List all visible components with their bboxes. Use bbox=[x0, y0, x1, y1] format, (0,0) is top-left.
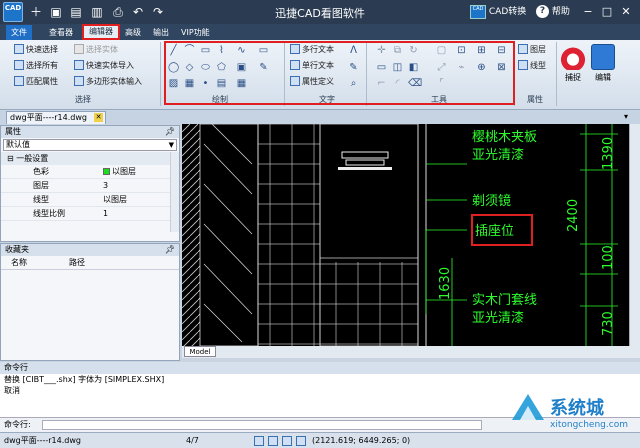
redo-icon[interactable]: ↷ bbox=[150, 4, 166, 20]
favorites-panel: 收藏夹 📌︎ 名称 路径 bbox=[0, 243, 180, 361]
minimize-icon[interactable]: − bbox=[580, 3, 596, 20]
document-tab-bar: dwg平面----r14.dwg ✕ ▾ bbox=[0, 110, 640, 124]
title-bar: CAD ＋ ▣ ▤ ▥ ⎙ ↶ ↷ 迅捷CAD看图软件 CAD CAD转换 ? … bbox=[0, 0, 640, 24]
select-all-button[interactable]: 选择所有 bbox=[14, 60, 58, 72]
cad-convert-label: CAD转换 bbox=[488, 7, 527, 17]
watermark-main-text: 系统城 bbox=[550, 398, 604, 419]
select-group-label: 选择 bbox=[75, 95, 91, 104]
drawing-label: 剃须镜 bbox=[472, 194, 512, 209]
tab-vip[interactable]: VIP功能 bbox=[176, 25, 215, 40]
status-file: dwg平面----r14.dwg bbox=[4, 436, 81, 445]
favorites-panel-header: 收藏夹 📌︎ bbox=[1, 244, 179, 256]
canvas-vertical-scrollbar[interactable] bbox=[629, 124, 640, 346]
watermark-sub-text: xitongcheng.com bbox=[550, 420, 628, 430]
properties-panel: 属性 📌︎ 默认值 ▼ ⊟ 一般设置 色彩 以图层 图层 3 线型 以图层 线型比例 1 bbox=[0, 125, 180, 242]
site-watermark: 系统城 xitongcheng.com bbox=[470, 382, 640, 448]
help-icon: ? bbox=[536, 5, 549, 18]
layer-button[interactable]: 图层 bbox=[518, 44, 546, 56]
undo-icon[interactable]: ↶ bbox=[130, 4, 146, 20]
property-row[interactable]: 图层 3 bbox=[1, 179, 179, 193]
drawing-label: 亚光清漆 bbox=[472, 148, 525, 163]
new-file-icon[interactable]: ＋ bbox=[28, 4, 44, 20]
linetype-button[interactable]: 线型 bbox=[518, 60, 546, 72]
command-panel-header: 命令行 bbox=[0, 362, 640, 374]
match-properties-button[interactable]: 匹配属性 bbox=[14, 76, 58, 88]
drawing-canvas[interactable]: 樱桃木夹板 亚光清漆 剃须镜 插座位 实木门套线 亚光清漆 1390 2400 … bbox=[182, 124, 629, 346]
chevron-down-icon: ▼ bbox=[168, 141, 174, 149]
tab-editor[interactable]: 编辑器 bbox=[82, 24, 120, 40]
grid-toggle-icon[interactable] bbox=[268, 436, 278, 446]
highlight-box-ribbon bbox=[164, 41, 515, 105]
color-swatch bbox=[103, 168, 110, 175]
save-as-icon[interactable]: ▥ bbox=[89, 4, 105, 20]
print-icon[interactable]: ⎙ bbox=[110, 4, 126, 20]
dimension-label: 730 bbox=[601, 311, 616, 336]
pin-icon[interactable]: 📌︎ bbox=[165, 126, 175, 138]
property-row[interactable]: 线型 以图层 bbox=[1, 193, 179, 207]
ortho-toggle-icon[interactable] bbox=[282, 436, 292, 446]
save-icon[interactable]: ▤ bbox=[68, 4, 84, 20]
canvas-horizontal-scrollbar[interactable] bbox=[182, 346, 640, 358]
open-file-icon[interactable]: ▣ bbox=[48, 4, 64, 20]
tab-viewer[interactable]: 查看器 bbox=[44, 25, 78, 40]
close-icon[interactable]: ✕ bbox=[618, 3, 634, 20]
cad-convert-button[interactable]: CAD CAD转换 bbox=[470, 4, 526, 20]
watermark-logo-icon bbox=[512, 394, 544, 420]
edit-button[interactable]: 编辑 bbox=[590, 44, 616, 83]
snap-button[interactable]: 捕捉 bbox=[560, 44, 586, 83]
magnet-icon bbox=[561, 44, 585, 70]
status-coordinates: (2121.619; 6449.265; 0) bbox=[312, 436, 411, 445]
cad-drawing bbox=[182, 124, 618, 346]
ribbon-tabs: 文件 查看器 编辑器 高级 输出 VIP功能 bbox=[0, 24, 640, 40]
help-label: 帮助 bbox=[551, 7, 570, 17]
document-tab-label: dwg平面----r14.dwg bbox=[10, 113, 87, 122]
ribbon-separator bbox=[556, 42, 557, 106]
drawing-label: 实木门套线 bbox=[472, 293, 538, 308]
document-tab[interactable]: dwg平面----r14.dwg ✕ bbox=[6, 111, 106, 124]
dimension-label: 2400 bbox=[566, 198, 581, 232]
drawing-label: 亚光清漆 bbox=[472, 311, 525, 326]
command-input[interactable] bbox=[42, 420, 482, 430]
property-row[interactable]: 线型比例 1 bbox=[1, 207, 179, 221]
properties-scrollbar[interactable] bbox=[170, 152, 179, 232]
properties-panel-header: 属性 📌︎ bbox=[1, 126, 179, 138]
model-tab[interactable]: Model bbox=[184, 346, 216, 357]
help-button[interactable]: ? 帮助 bbox=[536, 4, 570, 20]
properties-group-label: 属性 bbox=[527, 95, 543, 104]
cad-convert-icon: CAD bbox=[470, 4, 486, 19]
property-row[interactable]: 色彩 以图层 bbox=[1, 165, 179, 179]
drawing-label: 樱桃木夹板 bbox=[472, 130, 538, 145]
column-name[interactable]: 名称 bbox=[11, 256, 27, 270]
column-path[interactable]: 路径 bbox=[69, 256, 85, 270]
document-edit-icon bbox=[591, 44, 615, 70]
properties-selector[interactable]: 默认值 ▼ bbox=[3, 139, 177, 151]
pin-icon[interactable]: 📌︎ bbox=[165, 244, 175, 256]
window-title: 迅捷CAD看图软件 bbox=[275, 7, 365, 20]
select-entity-button[interactable]: 选择实体 bbox=[74, 44, 118, 56]
highlight-box-socket bbox=[471, 214, 533, 246]
tab-file[interactable]: 文件 bbox=[6, 25, 32, 40]
favorites-header-row: 名称 路径 bbox=[1, 256, 179, 270]
command-input-label: 命令行: bbox=[4, 420, 31, 429]
app-window: CAD ＋ ▣ ▤ ▥ ⎙ ↶ ↷ 迅捷CAD看图软件 CAD CAD转换 ? … bbox=[0, 0, 640, 448]
snap-toggle-icon[interactable] bbox=[254, 436, 264, 446]
status-page: 4/7 bbox=[186, 436, 199, 445]
polar-toggle-icon[interactable] bbox=[296, 436, 306, 446]
dimension-label: 100 bbox=[601, 245, 616, 270]
maximize-icon[interactable]: □ bbox=[599, 3, 615, 20]
general-settings-section[interactable]: ⊟ 一般设置 bbox=[1, 152, 179, 165]
quick-entity-import-button[interactable]: 快速实体导入 bbox=[74, 60, 134, 72]
close-tab-icon[interactable]: ✕ bbox=[94, 113, 103, 122]
dimension-label: 1390 bbox=[601, 136, 616, 170]
ribbon-separator bbox=[160, 42, 161, 106]
tab-output[interactable]: 输出 bbox=[148, 25, 174, 40]
quick-select-button[interactable]: 快速选择 bbox=[14, 44, 58, 56]
dimension-label: 1630 bbox=[438, 266, 453, 300]
polygon-entity-input-button[interactable]: 多边形实体输入 bbox=[74, 76, 142, 88]
tab-advanced[interactable]: 高级 bbox=[120, 25, 146, 40]
app-logo: CAD bbox=[3, 2, 23, 22]
tab-menu-icon[interactable]: ▾ bbox=[624, 112, 634, 122]
